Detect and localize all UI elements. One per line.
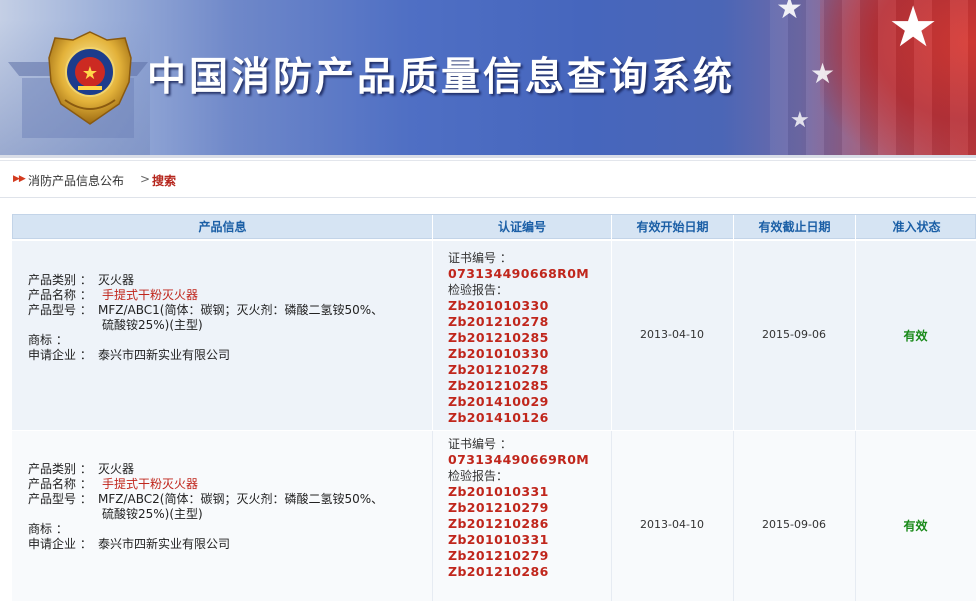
product-model: MFZ/ABC1(简体：碳钢；灭火剂：磷酸二氢铵50%、 [98, 303, 384, 317]
start-date: 2013-04-10 [640, 518, 704, 531]
banner-divider [0, 155, 976, 158]
report-no: Zb201210286 [448, 564, 549, 579]
cert-info: 证书编号 ： 073134490669R0M 检验报告： Zb201010331… [448, 436, 589, 580]
applicant-label: 申请企业 ： [28, 348, 92, 362]
product-model-label: 产品型号 ： [28, 492, 92, 506]
breadcrumb: ▶▶ 消防产品信息公布 > 搜索 [0, 160, 976, 198]
column-header-start-date: 有效开始日期 [612, 215, 734, 240]
report-label: 检验报告： [448, 283, 509, 297]
breadcrumb-link-product-info[interactable]: 消防产品信息公布 [28, 172, 124, 189]
police-emblem-icon: ★ [48, 31, 132, 125]
column-header-end-date: 有效截止日期 [734, 215, 856, 240]
product-brand-line: 商标 ： [28, 333, 383, 348]
product-model-label: 产品型号 ： [28, 303, 92, 317]
product-model-cont: 硫酸铵25%)(主型) [102, 507, 203, 521]
column-header-cert-no: 认证编号 [433, 215, 612, 240]
report-no: Zb201210285 [448, 378, 549, 393]
cert-no: 073134490669R0M [448, 452, 590, 467]
product-category-label: 产品类别 ： [28, 462, 92, 476]
column-divider [611, 431, 612, 601]
product-category: 灭火器 [98, 273, 135, 287]
star-icon: ★ [790, 108, 810, 133]
star-icon: ★ [810, 57, 836, 90]
product-model: MFZ/ABC2(简体：碳钢；灭火剂：磷酸二氢铵50%、 [98, 492, 384, 506]
site-title: 中国消防产品质量信息查询系统 [147, 55, 736, 100]
product-info: 产品类别 ： 灭火器 产品名称 ： 手提式干粉灭火器 产品型号 ： MFZ/ABC2(… [28, 462, 383, 552]
applicant-label: 申请企业 ： [28, 537, 92, 551]
table-row: 产品类别 ： 灭火器 产品名称 ： 手提式干粉灭火器 产品型号 ： MFZ/ABC1(… [12, 241, 976, 430]
site-banner: ★ ★ ★ ★ ★ 中国消防产品质量信息查询系统 [0, 0, 976, 155]
product-model-line: 产品型号 ： MFZ/ABC2(简体：碳钢；灭火剂：磷酸二氢铵50%、 [28, 492, 383, 507]
report-no: Zb201410029 [448, 394, 549, 409]
column-header-status: 准入状态 [892, 220, 941, 234]
report-no: Zb201210279 [448, 500, 549, 515]
breadcrumb-arrow-icon: ▶▶ [13, 174, 26, 184]
start-date: 2013-04-10 [640, 328, 704, 341]
product-name-label: 产品名称 ： [28, 477, 92, 491]
column-divider [733, 431, 734, 601]
status-badge: 有效 [903, 329, 928, 343]
product-model-cont: 硫酸铵25%)(主型) [102, 318, 203, 332]
product-category-line: 产品类别 ： 灭火器 [28, 462, 383, 477]
column-divider [432, 241, 433, 430]
star-icon: ★ [888, 0, 939, 60]
product-info: 产品类别 ： 灭火器 产品名称 ： 手提式干粉灭火器 产品型号 ： MFZ/ABC1(… [28, 273, 383, 363]
column-divider [855, 431, 856, 601]
applicant-company: 泰兴市四新实业有限公司 [98, 537, 231, 551]
product-brand-label: 商标 ： [28, 522, 68, 536]
cert-no-label: 证书编号 ： [448, 251, 512, 265]
end-date: 2015-09-06 [762, 518, 826, 531]
product-name: 手提式干粉灭火器 [102, 288, 199, 302]
product-category-label: 产品类别 ： [28, 273, 92, 287]
applicant-company: 泰兴市四新实业有限公司 [98, 348, 231, 362]
report-no: Zb201010330 [448, 346, 549, 361]
end-date: 2015-09-06 [762, 328, 826, 341]
cert-no: 073134490668R0M [448, 266, 590, 281]
report-no: Zb201010331 [448, 532, 549, 547]
product-brand-line: 商标 ： [28, 522, 383, 537]
breadcrumb-current: 搜索 [152, 174, 177, 188]
product-category: 灭火器 [98, 462, 135, 476]
product-name-line: 产品名称 ： 手提式干粉灭火器 [28, 477, 383, 492]
table-row: 产品类别 ： 灭火器 产品名称 ： 手提式干粉灭火器 产品型号 ： MFZ/ABC2(… [12, 431, 976, 601]
applicant-line: 申请企业 ： 泰兴市四新实业有限公司 [28, 348, 383, 363]
report-no: Zb201010330 [448, 298, 549, 313]
product-brand-label: 商标 ： [28, 333, 68, 347]
status-badge: 有效 [903, 519, 928, 533]
breadcrumb-separator: > [140, 172, 151, 186]
report-no: Zb201210278 [448, 314, 549, 329]
column-divider [432, 431, 433, 601]
product-name-label: 产品名称 ： [28, 288, 92, 302]
report-no: Zb201210285 [448, 330, 549, 345]
report-no: Zb201210278 [448, 362, 549, 377]
report-no: Zb201210286 [448, 516, 549, 531]
column-header-product-info: 产品信息 [13, 215, 433, 240]
star-icon: ★ [776, 0, 803, 26]
cert-no-label: 证书编号 ： [448, 437, 512, 451]
product-name: 手提式干粉灭火器 [102, 477, 199, 491]
report-no: Zb201410126 [448, 410, 549, 425]
product-category-line: 产品类别 ： 灭火器 [28, 273, 383, 288]
report-label: 检验报告： [448, 469, 509, 483]
report-no: Zb201010331 [448, 484, 549, 499]
svg-text:★: ★ [82, 63, 98, 84]
product-name-line: 产品名称 ： 手提式干粉灭火器 [28, 288, 383, 303]
table-header: 产品信息 认证编号 有效开始日期 有效截止日期 准入状态 [12, 214, 976, 240]
cert-info: 证书编号 ： 073134490668R0M 检验报告： Zb201010330… [448, 250, 589, 426]
applicant-line: 申请企业 ： 泰兴市四新实业有限公司 [28, 537, 383, 552]
report-no: Zb201210279 [448, 548, 549, 563]
product-model-line: 产品型号 ： MFZ/ABC1(简体：碳钢；灭火剂：磷酸二氢铵50%、 [28, 303, 383, 318]
